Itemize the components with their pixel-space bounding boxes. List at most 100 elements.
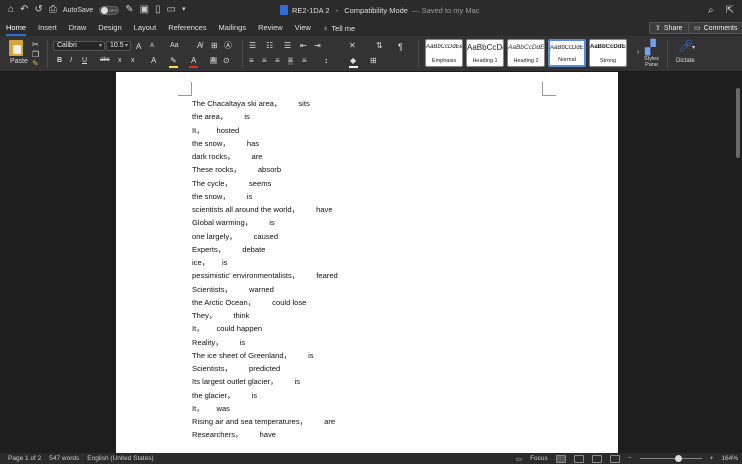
comments-button[interactable]: ▭ Comments [688,22,742,34]
document-line[interactable]: Scientists， warned [192,283,552,296]
font-name-select[interactable]: Calibri ▾ [53,41,105,51]
home-icon[interactable]: ⌂ [8,5,14,15]
superscript-button[interactable]: x [131,57,135,64]
print-icon[interactable]: ⎙ [49,5,57,15]
dictate-chevron-icon[interactable]: ▾ [692,44,695,52]
document-line[interactable]: It， hosted [192,124,552,137]
document-line[interactable]: Experts， debate [192,243,552,256]
format-painter-icon[interactable]: ✎ [32,60,39,68]
document-page[interactable]: The Chacaltaya ski area， sits the area， i… [116,72,618,453]
share-icon[interactable]: ⇱ [726,5,734,16]
tab-draw[interactable]: Draw [63,20,93,36]
copy-icon[interactable]: ❐ [32,51,39,59]
dictate-label[interactable]: Dictate [676,58,695,64]
document-line[interactable]: The cycle， seems [192,177,552,190]
tab-references[interactable]: References [162,20,212,36]
tell-me[interactable]: ♀ Tell me [317,20,361,36]
phonetic-guide-icon[interactable]: ⊙ [223,57,230,65]
document-line[interactable]: dark rocks， are [192,150,552,163]
increase-indent-icon[interactable]: ⇥ [314,42,321,50]
document-line[interactable]: pessimistic' environmentalists， feared [192,269,552,282]
document-line[interactable]: Rising air and sea temperatures， are [192,415,552,428]
numbering-icon[interactable]: ☷ [266,42,273,50]
document-line[interactable]: It， could happen [192,322,552,335]
focus-label[interactable]: Focus [530,455,548,462]
font-color-button[interactable]: A [191,56,196,65]
align-center-icon[interactable]: ≡ [262,57,267,65]
strikethrough-button[interactable]: abc [100,57,110,63]
focus-icon[interactable]: ▭ [516,455,522,463]
print-layout-view-button[interactable] [555,454,566,463]
align-right-icon[interactable]: ≡ [275,57,280,65]
document-line[interactable]: The Chacaltaya ski area， sits [192,97,552,110]
styles-gallery-expand-icon[interactable]: › [637,49,639,57]
shading-icon[interactable]: ◆ [350,57,356,65]
style-emphasis[interactable]: AaBbCcDdEe Emphasis [425,39,463,67]
document-line[interactable]: They， think [192,309,552,322]
document-line[interactable]: one largely， caused [192,230,552,243]
cut-icon[interactable]: ✂ [32,41,39,49]
zoom-in-button[interactable]: + [710,455,714,462]
overflow-icon[interactable]: ▾ [182,5,186,15]
sort-icon[interactable]: ⇅ [376,42,383,50]
text-effects-a-icon[interactable]: A [151,57,156,65]
align-left-icon[interactable]: ≡ [249,57,254,65]
styles-pane-icon[interactable]: ▞ [645,40,656,54]
autosave-toggle[interactable]: OFF [99,5,120,15]
open-icon[interactable]: ▭ [167,5,176,15]
text-effects-icon[interactable]: ⊞ [211,42,218,50]
web-layout-view-button[interactable] [573,454,584,463]
style-heading-2[interactable]: AaBbCcDdE Heading 2 [507,39,545,67]
style-strong[interactable]: AaBbCcDdEe Strong [589,39,627,67]
show-formatting-button[interactable]: ¶ [398,42,403,52]
zoom-slider-thumb[interactable] [674,455,682,462]
decrease-indent-icon[interactable]: ⇤ [300,42,307,50]
highlight-icon[interactable]: ✎ [170,57,177,65]
outline-view-button[interactable] [591,454,602,463]
document-line[interactable]: ice， is [192,256,552,269]
styles-pane-label[interactable]: Styles Pane [644,56,659,68]
asian-layout-icon[interactable]: ✕ [349,42,356,50]
underline-button[interactable]: U [82,57,87,64]
document-line[interactable]: the Arctic Ocean， could lose [192,296,552,309]
multilevel-list-icon[interactable]: ☰ [284,42,291,50]
document-line[interactable]: Reality， is [192,336,552,349]
document-canvas[interactable]: The Chacaltaya ski area， sits the area， i… [0,72,742,453]
justify-icon[interactable]: ≡ [288,57,293,65]
document-line[interactable]: Scientists， predicted [192,362,552,375]
line-spacing-icon[interactable]: ↕ [324,57,328,65]
redo-icon[interactable]: ↺ [34,5,42,15]
draft-view-button[interactable] [609,454,620,463]
bold-button[interactable]: B [57,57,62,64]
edit-icon[interactable]: ✎ [125,5,133,15]
document-line[interactable]: The ice sheet of Greenland， is [192,349,552,362]
save-icon[interactable]: ▣ [140,5,149,15]
subscript-button[interactable]: x [118,57,122,64]
page-count[interactable]: Page 1 of 2 [0,455,41,462]
zoom-slider[interactable] [639,455,702,462]
style-heading-1[interactable]: AaBbCcDc Heading 1 [466,39,504,67]
italic-button[interactable]: I [70,57,72,64]
document-line[interactable]: Global warming， is [192,216,552,229]
language[interactable]: English (United States) [79,455,153,462]
tab-review[interactable]: Review [252,20,289,36]
document-line[interactable]: the snow， is [192,190,552,203]
tab-home[interactable]: Home [0,20,32,36]
tab-design[interactable]: Design [92,20,127,36]
vertical-scrollbar[interactable] [736,88,740,158]
document-body[interactable]: The Chacaltaya ski area， sits the area， i… [192,97,552,442]
distributed-icon[interactable]: ≡ [302,57,307,65]
shrink-font-button[interactable]: A [150,43,154,49]
char-shading-button[interactable]: A [210,57,217,64]
style-normal[interactable]: AaBbCcDdEe Normal [548,39,586,67]
document-line[interactable]: It， was [192,402,552,415]
char-border-icon[interactable]: Ⓐ [224,42,232,50]
paste-label[interactable]: Paste [10,58,28,65]
font-size-select[interactable]: 10.5 ▾ [106,41,131,51]
zoom-level[interactable]: 164% [721,455,738,462]
microphone-icon[interactable]: 🎤︎ [678,40,693,52]
zoom-out-button[interactable]: − [628,455,632,462]
bullets-icon[interactable]: ☰ [249,42,256,50]
paste-icon[interactable] [9,40,23,56]
share-button[interactable]: ⇧ Share [649,22,689,34]
